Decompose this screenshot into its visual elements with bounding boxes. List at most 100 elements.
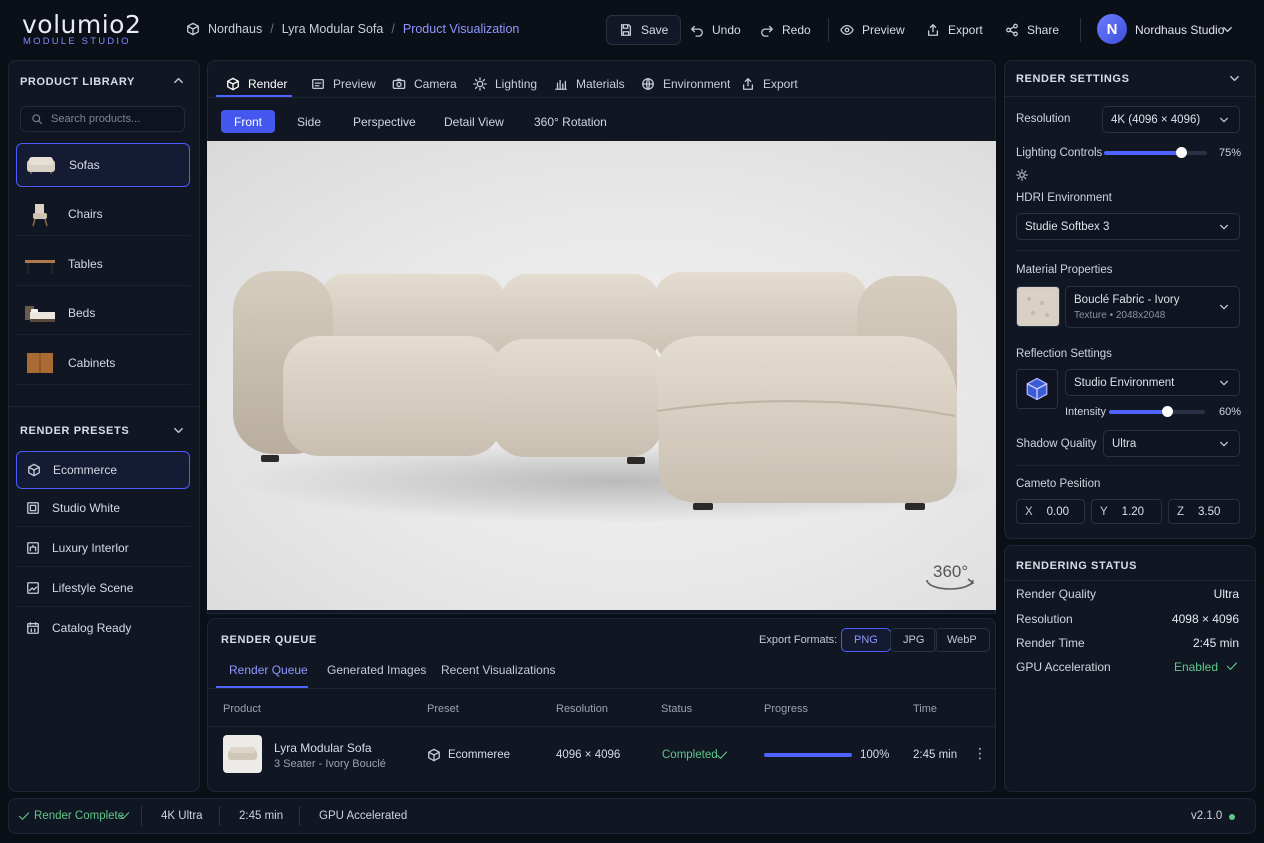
studio-frame-icon <box>27 501 39 514</box>
tab-recent-visualizations[interactable]: Recent Visualizations <box>441 663 556 677</box>
preview-button[interactable]: Preview <box>828 15 917 45</box>
preset-item-catalog-ready[interactable]: Catalog Ready <box>16 609 190 647</box>
quality-status: 4K Ultra <box>161 810 203 822</box>
undo-button[interactable]: Undo <box>678 15 753 45</box>
library-item-cabinets[interactable]: Cabinets <box>16 341 190 385</box>
search-icon <box>32 114 43 125</box>
user-name[interactable]: Nordhaus Studio <box>1135 23 1224 37</box>
material-select[interactable]: Bouclé Fabric - Ivory Texture • 2048x204… <box>1065 286 1240 328</box>
tab-export[interactable]: Export <box>741 70 798 98</box>
tab-generated-images[interactable]: Generated Images <box>327 663 426 677</box>
search-input[interactable]: Search products... <box>20 106 185 132</box>
more-options-icon[interactable]: ⋮ <box>973 745 987 762</box>
chevron-down-icon <box>1220 224 1228 229</box>
share-button[interactable]: Share <box>993 15 1071 45</box>
table-thumbnail-icon <box>25 259 55 274</box>
breadcrumb-item-product[interactable]: Lyra Modular Sofa <box>282 22 384 36</box>
render-presets-title: RENDER PRESETS <box>20 425 130 437</box>
lighting-slider-fill <box>1104 151 1182 155</box>
render-queue-title: RENDER QUEUE <box>221 634 317 646</box>
render-quality-label: Render Quality <box>1016 587 1097 601</box>
format-png-button[interactable]: PNG <box>841 628 891 652</box>
camera-x-input[interactable]: X 0.00 <box>1016 499 1085 524</box>
online-indicator <box>1229 814 1235 820</box>
format-webp-button[interactable]: WebP <box>934 628 990 652</box>
chevron-up-icon[interactable] <box>173 75 184 86</box>
catalog-icon <box>27 622 39 634</box>
save-button[interactable]: Save <box>606 15 682 45</box>
chevron-down-icon[interactable] <box>1229 73 1240 84</box>
library-item-sofas[interactable]: Sofas <box>16 143 190 187</box>
intensity-label: Intensity <box>1065 406 1106 418</box>
resolution-label: Resolution <box>1016 113 1071 125</box>
render-viewport[interactable]: 360° <box>207 141 996 610</box>
format-jpg-button[interactable]: JPG <box>890 628 938 652</box>
tab-render[interactable]: Render <box>226 70 287 98</box>
chevron-down-icon[interactable] <box>173 425 184 436</box>
chevron-down-icon[interactable] <box>1222 24 1233 35</box>
library-item-beds[interactable]: Beds <box>16 291 190 335</box>
row-time: 2:45 min <box>913 749 958 761</box>
row-status: Completed <box>662 749 718 761</box>
avatar[interactable]: N <box>1097 14 1127 44</box>
redo-button[interactable]: Redo <box>748 15 823 45</box>
view-perspective-button[interactable]: Perspective <box>340 110 429 133</box>
axis-z-label: Z <box>1177 505 1185 518</box>
preset-item-lifestyle-scene[interactable]: Lifestyle Scene <box>16 569 190 607</box>
preset-item-ecommerce[interactable]: Ecommerce <box>16 451 190 489</box>
table-row[interactable]: Lyra Modular Sofa 3 Seater - Ivory Boucl… <box>207 727 996 783</box>
camera-z-input[interactable]: Z 3.50 <box>1168 499 1240 524</box>
column-header-time: Time <box>913 703 938 715</box>
render-time-value: 2:45 min <box>1192 636 1239 650</box>
view-front-button[interactable]: Front <box>221 110 276 133</box>
tab-render-queue[interactable]: Render Queue <box>229 663 308 677</box>
cube-icon <box>428 748 440 762</box>
export-formats-label: Export Formats: <box>759 634 838 646</box>
intensity-slider-handle[interactable] <box>1161 406 1173 417</box>
tab-materials[interactable]: Materials <box>554 70 625 98</box>
chevron-down-icon <box>1220 441 1228 446</box>
tab-lighting[interactable]: Lighting <box>473 70 537 98</box>
camera-y-input[interactable]: Y 1.20 <box>1091 499 1162 524</box>
library-item-tables[interactable]: Tables <box>16 242 190 286</box>
intensity-slider[interactable] <box>1109 406 1205 417</box>
view-360-button[interactable]: 360° Rotation <box>521 110 620 133</box>
version-label: v2.1.0 <box>1191 810 1223 822</box>
intensity-value: 60% <box>1219 406 1242 418</box>
chevron-down-icon <box>1220 304 1228 310</box>
check-icon <box>119 812 130 820</box>
material-swatch[interactable] <box>1016 286 1060 327</box>
chevron-down-icon <box>1220 117 1228 122</box>
render-complete-status: Render Complete <box>34 810 125 822</box>
preset-item-studio-white[interactable]: Studio White <box>16 489 190 527</box>
hdri-select[interactable]: Studie Softbex 3 <box>1016 213 1240 240</box>
render-time-label: Render Time <box>1016 636 1085 650</box>
tab-preview[interactable]: Preview <box>311 70 376 98</box>
preset-item-luxury-interior[interactable]: Luxury Interlor <box>16 529 190 567</box>
tab-environment[interactable]: Environment <box>641 70 730 98</box>
breadcrumb-item-brand[interactable]: Nordhaus <box>208 22 262 36</box>
shadow-label: Shadow Quality <box>1016 438 1097 450</box>
reflection-preview[interactable] <box>1016 369 1058 409</box>
render-quality-value: Ultra <box>1213 587 1239 601</box>
cabinet-thumbnail-icon <box>27 352 53 373</box>
queue-divider <box>207 688 996 689</box>
search-placeholder: Search products... <box>51 113 141 125</box>
settings-divider <box>1016 250 1240 251</box>
row-preset: Ecommeree <box>448 749 510 761</box>
column-header-progress: Progress <box>764 703 809 715</box>
library-item-chairs[interactable]: Chairs <box>16 192 190 236</box>
reflection-label: Reflection Settings <box>1016 348 1112 360</box>
tab-camera[interactable]: Camera <box>392 70 457 98</box>
reflection-select[interactable]: Studio Environment <box>1065 369 1240 396</box>
shadow-select[interactable]: Ultra <box>1103 430 1240 457</box>
lighting-label: Lighting Controls <box>1016 147 1103 159</box>
export-button[interactable]: Export <box>914 15 995 45</box>
export-icon <box>742 78 754 90</box>
sofa-render-image <box>233 271 996 523</box>
view-detail-button[interactable]: Detail View <box>431 110 517 133</box>
view-side-button[interactable]: Side <box>284 110 334 133</box>
lighting-slider[interactable] <box>1104 147 1207 158</box>
breadcrumb-item-current: Product Visualization <box>402 22 520 36</box>
resolution-select[interactable]: 4K (4096 × 4096) <box>1102 106 1240 133</box>
